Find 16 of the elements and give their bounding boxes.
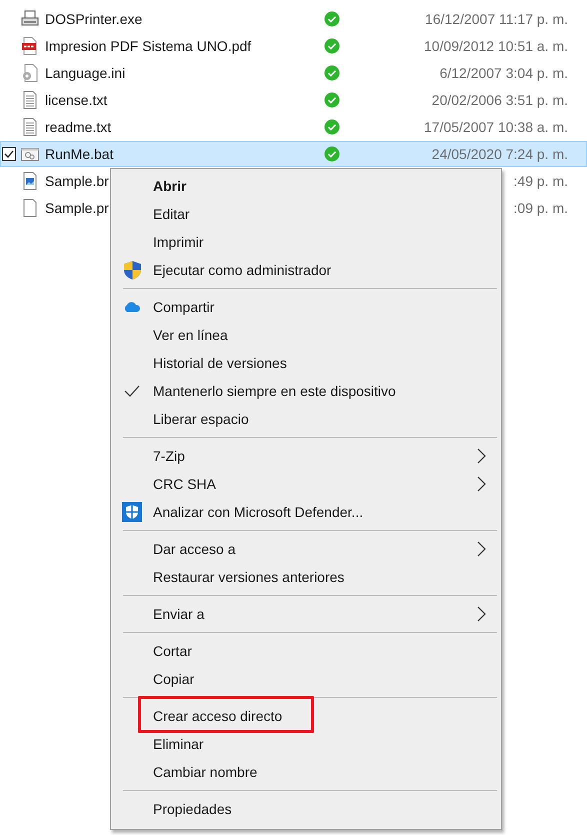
file-date: :09 p. m. (514, 200, 568, 216)
file-name: Impresion PDF Sistema UNO.pdf (45, 38, 252, 54)
file-date: 10/09/2012 10:51 a. m. (424, 38, 568, 54)
file-date: 17/05/2007 10:38 a. m. (424, 119, 568, 135)
file-name: Sample.pr (45, 200, 109, 216)
file-name: Sample.br (45, 173, 109, 189)
file-name: Language.ini (45, 65, 126, 81)
file-date: :49 p. m. (514, 173, 568, 189)
file-name: license.txt (45, 92, 108, 108)
file-date: 24/05/2020 7:24 p. m. (432, 146, 568, 162)
file-name: RunMe.bat (45, 146, 114, 162)
file-name: readme.txt (45, 119, 112, 135)
file-date: 16/12/2007 11:17 p. m. (425, 11, 568, 27)
file-date: 20/02/2006 3:51 p. m. (432, 92, 568, 108)
file-date: 6/12/2007 3:04 p. m. (440, 65, 568, 81)
file-name: DOSPrinter.exe (45, 11, 142, 27)
